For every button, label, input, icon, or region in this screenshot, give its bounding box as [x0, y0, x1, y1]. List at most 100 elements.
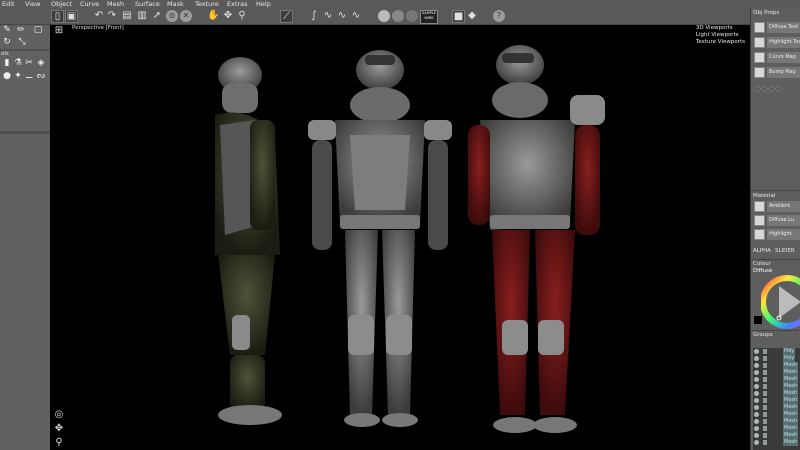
group-row[interactable]: Mesh [753, 383, 800, 390]
tool-6-icon[interactable]: ✦ [13, 71, 23, 81]
eye-icon[interactable] [754, 391, 759, 396]
move-icon[interactable]: ✥ [222, 10, 234, 22]
tool-5-icon[interactable]: ● [2, 71, 12, 81]
lock-icon[interactable] [763, 419, 767, 424]
diamond-tool-icon[interactable]: ◆ [466, 10, 478, 22]
menu-edit[interactable]: Edit [2, 0, 15, 8]
group-row[interactable]: Mesh [753, 425, 800, 432]
eye-icon[interactable] [754, 426, 759, 431]
tool-4-icon[interactable]: ◈ [36, 58, 46, 68]
lock-icon[interactable] [763, 370, 767, 375]
tool-3-icon[interactable]: ✂ [24, 58, 34, 68]
sphere-shading-icon-2[interactable] [392, 10, 404, 22]
group-row[interactable]: Mesh [753, 362, 800, 369]
menu-object[interactable]: Object [51, 0, 72, 8]
hand-pan-icon[interactable]: ✋ [207, 10, 219, 22]
lock-icon[interactable] [763, 377, 767, 382]
lock-icon[interactable] [763, 384, 767, 389]
lock-icon[interactable] [763, 433, 767, 438]
menu-surface[interactable]: Surface [135, 0, 160, 8]
sphere-shading-icon-3[interactable] [406, 10, 418, 22]
menu-help[interactable]: Help [256, 0, 271, 8]
sample-wire-button[interactable]: SAMPLE WIRE [420, 10, 438, 24]
eye-icon[interactable] [754, 384, 759, 389]
texture-swatch[interactable] [754, 37, 765, 48]
group-row[interactable]: Mesh [753, 397, 800, 404]
texture-row-bump[interactable]: Bump Map [754, 67, 800, 78]
group-row[interactable]: Mesh [753, 404, 800, 411]
group-row[interactable]: Mesh [753, 376, 800, 383]
eye-icon[interactable] [754, 363, 759, 368]
3d-viewport[interactable]: Perspective [Front] ⊞ 3D Viewports Light… [50, 25, 750, 450]
curve-tool-icon-2[interactable]: ∿ [322, 10, 334, 22]
line-tool-icon[interactable]: ⟋ [280, 10, 293, 23]
lock-icon[interactable] [763, 440, 767, 445]
menu-mask[interactable]: Mask [167, 0, 184, 8]
lock-icon[interactable] [763, 426, 767, 431]
expand-icon[interactable]: ⤡ [17, 37, 27, 47]
eye-icon[interactable] [754, 412, 759, 417]
group-row[interactable]: Mesh [753, 418, 800, 425]
menu-mesh[interactable]: Mesh [107, 0, 124, 8]
group-row[interactable]: Poly [753, 348, 800, 355]
no-icon[interactable]: ⊘ [166, 10, 178, 22]
paste-icon[interactable]: ▥ [136, 10, 148, 22]
tool-7-icon[interactable]: ⚊ [24, 71, 34, 81]
tool-2-icon[interactable]: ⚗ [13, 58, 23, 68]
square-tool-icon[interactable]: ■ [452, 10, 465, 23]
lock-icon[interactable] [763, 349, 767, 354]
save-icon[interactable]: ▣ [65, 10, 78, 23]
rotate-icon[interactable]: ↻ [2, 37, 12, 47]
eye-icon[interactable] [754, 349, 759, 354]
material-swatch[interactable] [754, 201, 765, 212]
material-diffuse[interactable]: Diffuse Lu [754, 215, 800, 226]
zoom-icon[interactable]: ⚲ [236, 10, 248, 22]
tool-8-icon[interactable]: ᔓ [36, 71, 46, 81]
eye-icon[interactable] [754, 405, 759, 410]
group-row[interactable]: Mesh [753, 432, 800, 439]
menu-extras[interactable]: Extras [227, 0, 248, 8]
tool-1-icon[interactable]: ▮ [2, 58, 12, 68]
eye-icon[interactable] [754, 370, 759, 375]
eye-icon[interactable] [754, 433, 759, 438]
pencil-icon[interactable]: ✏ [16, 25, 26, 35]
lock-icon[interactable] [763, 356, 767, 361]
curve-tool-icon[interactable]: ∫ [308, 10, 320, 22]
group-row[interactable]: Mesh [753, 411, 800, 418]
lock-icon[interactable] [763, 363, 767, 368]
sphere-shading-icon[interactable] [378, 10, 390, 22]
group-row[interactable]: Mesh [753, 439, 800, 446]
brush-icon[interactable]: ✎ [2, 25, 12, 35]
lock-icon[interactable] [763, 398, 767, 403]
new-file-icon[interactable]: ▯ [51, 10, 64, 23]
slider-label[interactable]: SLIDER [775, 248, 795, 254]
eye-icon[interactable] [754, 440, 759, 445]
group-row[interactable]: Mesh [753, 369, 800, 376]
curve-tool-icon-4[interactable]: ∿ [350, 10, 362, 22]
lock-icon[interactable] [763, 412, 767, 417]
texture-swatch[interactable] [754, 52, 765, 63]
alpha-label[interactable]: ALPHA [753, 248, 771, 254]
texture-row-curvo[interactable]: Curvo Map [754, 52, 800, 63]
eye-icon[interactable] [754, 356, 759, 361]
color-wheel[interactable] [761, 272, 800, 332]
material-swatch[interactable] [754, 229, 765, 240]
lock-icon[interactable] [763, 391, 767, 396]
square-icon[interactable]: ▢ [33, 25, 43, 35]
texture-row-highlight[interactable]: Highlight Text [754, 37, 800, 48]
eye-icon[interactable] [754, 398, 759, 403]
close-icon[interactable]: ✕ [180, 10, 192, 22]
eye-icon[interactable] [754, 419, 759, 424]
colour-swatch-black[interactable] [754, 316, 762, 324]
menu-view[interactable]: View [25, 0, 40, 8]
help-icon[interactable]: ? [493, 10, 505, 22]
select-arrow-icon[interactable]: ➚ [151, 10, 163, 22]
texture-swatch[interactable] [754, 22, 765, 33]
group-row[interactable]: Poly [753, 355, 800, 362]
curve-tool-icon-3[interactable]: ∿ [336, 10, 348, 22]
eye-icon[interactable] [754, 377, 759, 382]
copy-icon[interactable]: ▤ [121, 10, 133, 22]
group-row[interactable]: Mesh [753, 390, 800, 397]
material-highlight[interactable]: Highlight [754, 229, 800, 240]
material-swatch[interactable] [754, 215, 765, 226]
